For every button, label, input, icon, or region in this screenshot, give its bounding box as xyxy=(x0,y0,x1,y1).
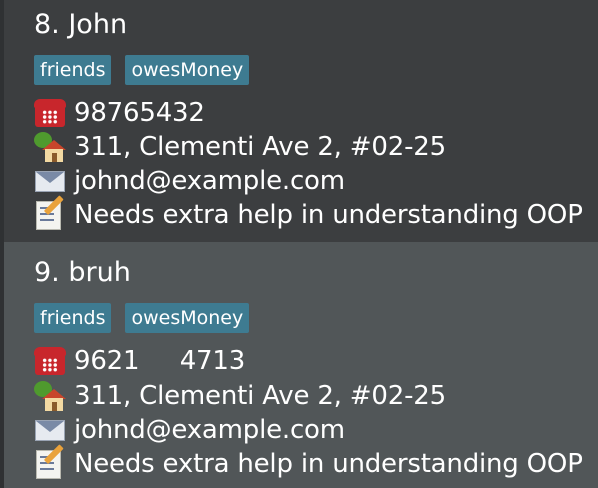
email-field: johnd@example.com xyxy=(34,413,345,447)
person-card[interactable]: 8. John friends owesMoney 98765432 311, … xyxy=(0,0,598,242)
envelope-icon xyxy=(34,415,66,445)
telephone-icon xyxy=(34,346,66,376)
tag-list: friends owesMoney xyxy=(34,55,250,85)
tag-friends: friends xyxy=(34,55,112,85)
envelope-icon xyxy=(34,166,66,196)
phone-value: 9621 4713 xyxy=(74,346,246,376)
telephone-icon xyxy=(34,98,66,128)
memo-icon xyxy=(34,444,66,479)
card-edge xyxy=(0,0,4,242)
tag-list: friends owesMoney xyxy=(34,303,250,333)
tag-owes-money: owesMoney xyxy=(125,303,250,333)
tag-owes-money: owesMoney xyxy=(125,55,250,85)
house-icon xyxy=(34,132,66,162)
remark-field: Needs extra help in understanding OOP xyxy=(34,444,583,481)
remark-value: Needs extra help in understanding OOP xyxy=(74,200,583,230)
tag-friends: friends xyxy=(34,303,112,333)
address-field: 311, Clementi Ave 2, #02-25 xyxy=(34,379,446,413)
phone-value: 98765432 xyxy=(74,98,205,128)
remark-field: Needs extra help in understanding OOP xyxy=(34,195,583,232)
phone-field: 9621 4713 xyxy=(34,344,245,378)
address-value: 311, Clementi Ave 2, #02-25 xyxy=(74,381,446,411)
person-card-selected[interactable]: 9. bruh friends owesMoney 9621 4713 311,… xyxy=(0,242,598,488)
person-list[interactable]: 8. John friends owesMoney 98765432 311, … xyxy=(0,0,598,488)
address-field: 311, Clementi Ave 2, #02-25 xyxy=(34,130,446,164)
address-value: 311, Clementi Ave 2, #02-25 xyxy=(74,132,446,162)
house-icon xyxy=(34,381,66,411)
person-name: 8. John xyxy=(34,9,128,40)
email-value: johnd@example.com xyxy=(74,415,345,445)
email-value: johnd@example.com xyxy=(74,166,345,196)
card-edge xyxy=(0,242,4,488)
memo-icon xyxy=(34,195,66,230)
email-field: johnd@example.com xyxy=(34,164,345,198)
person-name: 9. bruh xyxy=(34,257,131,288)
phone-field: 98765432 xyxy=(34,96,205,130)
remark-value: Needs extra help in understanding OOP xyxy=(74,449,583,479)
